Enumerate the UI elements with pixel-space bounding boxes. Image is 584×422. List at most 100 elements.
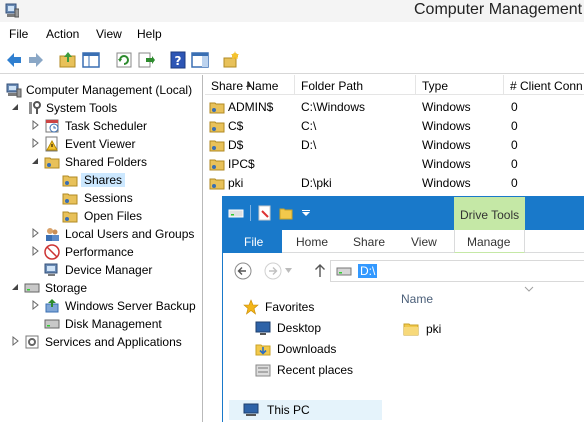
tree-item-services-applications[interactable]: Services and Applications bbox=[10, 333, 202, 351]
storage-icon bbox=[24, 283, 40, 293]
tree-item-performance[interactable]: Performance bbox=[30, 243, 200, 261]
title-bar: Computer Management bbox=[0, 0, 584, 22]
refresh-icon[interactable] bbox=[114, 50, 134, 70]
file-name: pki bbox=[426, 322, 442, 336]
tree-item-event-viewer[interactable]: Event Viewer bbox=[30, 135, 200, 153]
help-icon[interactable]: ? bbox=[168, 50, 188, 70]
address-text: D:\ bbox=[358, 264, 378, 278]
toolbar: ? bbox=[0, 46, 584, 74]
tree-item-system-tools[interactable]: System Tools bbox=[10, 99, 200, 117]
sort-indicator-icon bbox=[524, 286, 534, 292]
tree-label: Event Viewer bbox=[65, 137, 136, 151]
tree-label: Services and Applications bbox=[45, 335, 182, 349]
collapsed-arrow-icon[interactable] bbox=[10, 335, 20, 347]
forward-icon[interactable] bbox=[264, 262, 282, 280]
tab-label: File bbox=[244, 235, 264, 249]
action-pane-icon[interactable] bbox=[190, 50, 210, 70]
properties-icon[interactable] bbox=[258, 205, 272, 221]
folder-icon bbox=[403, 323, 419, 336]
nav-label: This PC bbox=[267, 403, 310, 417]
column-header-type[interactable]: Type bbox=[416, 75, 504, 95]
nav-item-downloads[interactable]: Downloads bbox=[255, 339, 379, 359]
column-header-client-connections[interactable]: # Client Conn bbox=[504, 75, 584, 95]
share-icon bbox=[209, 140, 225, 152]
share-icon bbox=[209, 178, 225, 190]
tab-home[interactable]: Home bbox=[296, 235, 328, 249]
table-row[interactable]: pki D:\pki Windows 0 bbox=[205, 174, 584, 193]
menu-help[interactable]: Help bbox=[137, 27, 162, 41]
shared-folder-icon bbox=[62, 175, 78, 187]
nav-item-favorites[interactable]: Favorites bbox=[243, 297, 373, 317]
folder-path: C:\ bbox=[301, 119, 317, 133]
tree-item-windows-server-backup[interactable]: Windows Server Backup bbox=[30, 297, 202, 315]
ribbon-tabs: File Home Share View Manage bbox=[223, 230, 584, 253]
tree-item-shared-folders[interactable]: Shared Folders bbox=[30, 153, 200, 171]
tab-manage[interactable]: Manage bbox=[454, 230, 525, 253]
tree-label: Task Scheduler bbox=[65, 119, 148, 133]
drive-tools-header: Drive Tools bbox=[454, 197, 525, 230]
nav-item-recent-places[interactable]: Recent places bbox=[255, 360, 379, 380]
collapsed-arrow-icon[interactable] bbox=[30, 137, 40, 149]
tree-label: Sessions bbox=[84, 191, 133, 205]
collapsed-arrow-icon[interactable] bbox=[30, 227, 40, 239]
back-icon[interactable] bbox=[4, 50, 24, 70]
tab-view[interactable]: View bbox=[411, 235, 437, 249]
column-header-folder-path[interactable]: Folder Path bbox=[295, 75, 416, 95]
collapsed-arrow-icon[interactable] bbox=[30, 119, 40, 131]
tree-item-shares[interactable]: Shares bbox=[58, 171, 178, 189]
tab-file[interactable]: File bbox=[223, 230, 282, 253]
expanded-arrow-icon[interactable] bbox=[30, 155, 40, 167]
star-icon bbox=[243, 299, 259, 315]
collapsed-arrow-icon[interactable] bbox=[30, 245, 40, 257]
table-row[interactable]: IPC$ Windows 0 bbox=[205, 155, 584, 174]
disk-management-icon bbox=[44, 319, 60, 329]
tree-item-disk-management[interactable]: Disk Management bbox=[44, 315, 200, 333]
share-type: Windows bbox=[422, 138, 471, 152]
performance-icon bbox=[44, 244, 60, 260]
tree-item-root[interactable]: Computer Management (Local) bbox=[4, 81, 202, 99]
navigation-pane: Favorites Desktop Downloads Recent place… bbox=[223, 286, 383, 422]
back-icon[interactable] bbox=[234, 262, 252, 280]
recent-locations-icon[interactable] bbox=[285, 268, 292, 273]
up-folder-icon[interactable] bbox=[58, 50, 78, 70]
tab-share[interactable]: Share bbox=[353, 235, 385, 249]
table-row[interactable]: C$ C:\ Windows 0 bbox=[205, 117, 584, 136]
recent-places-icon bbox=[255, 364, 271, 377]
svg-text:?: ? bbox=[175, 54, 182, 68]
share-name: D$ bbox=[228, 138, 244, 152]
table-row[interactable]: ADMIN$ C:\Windows Windows 0 bbox=[205, 98, 584, 117]
menu-view[interactable]: View bbox=[96, 27, 122, 41]
address-bar[interactable]: D:\ bbox=[330, 260, 584, 282]
menu-file[interactable]: File bbox=[9, 27, 28, 41]
export-list-icon[interactable] bbox=[136, 50, 156, 70]
tree-item-device-manager[interactable]: Device Manager bbox=[44, 261, 200, 279]
column-header-name[interactable]: Name bbox=[401, 292, 433, 306]
tree-item-storage[interactable]: Storage bbox=[10, 279, 200, 297]
tree-item-open-files[interactable]: Open Files bbox=[58, 207, 178, 225]
menu-action[interactable]: Action bbox=[46, 27, 79, 41]
new-share-icon[interactable] bbox=[221, 50, 241, 70]
tree-label: System Tools bbox=[46, 101, 118, 115]
nav-item-this-pc[interactable]: This PC bbox=[229, 400, 382, 420]
customize-quick-access-icon[interactable] bbox=[302, 210, 310, 216]
expanded-arrow-icon[interactable] bbox=[10, 281, 20, 293]
forward-icon[interactable] bbox=[26, 50, 46, 70]
address-row: D:\ bbox=[223, 253, 584, 286]
nav-item-desktop[interactable]: Desktop bbox=[255, 318, 379, 338]
expanded-arrow-icon[interactable] bbox=[10, 101, 20, 113]
share-type: Windows bbox=[422, 119, 471, 133]
tree-item-local-users[interactable]: Local Users and Groups bbox=[30, 225, 202, 243]
show-hide-tree-icon[interactable] bbox=[81, 50, 101, 70]
tree-item-task-scheduler[interactable]: Task Scheduler bbox=[30, 117, 200, 135]
tab-label: Manage bbox=[467, 235, 511, 249]
up-arrow-icon[interactable] bbox=[311, 262, 329, 280]
table-row[interactable]: D$ D:\ Windows 0 bbox=[205, 136, 584, 155]
sort-up-icon bbox=[246, 82, 252, 87]
tree-label: Windows Server Backup bbox=[65, 299, 196, 313]
tree-item-sessions[interactable]: Sessions bbox=[58, 189, 178, 207]
share-name: IPC$ bbox=[228, 157, 255, 171]
collapsed-arrow-icon[interactable] bbox=[30, 299, 40, 311]
new-folder-icon[interactable] bbox=[279, 205, 293, 221]
shared-folder-icon bbox=[44, 157, 60, 169]
downloads-icon bbox=[255, 344, 271, 356]
